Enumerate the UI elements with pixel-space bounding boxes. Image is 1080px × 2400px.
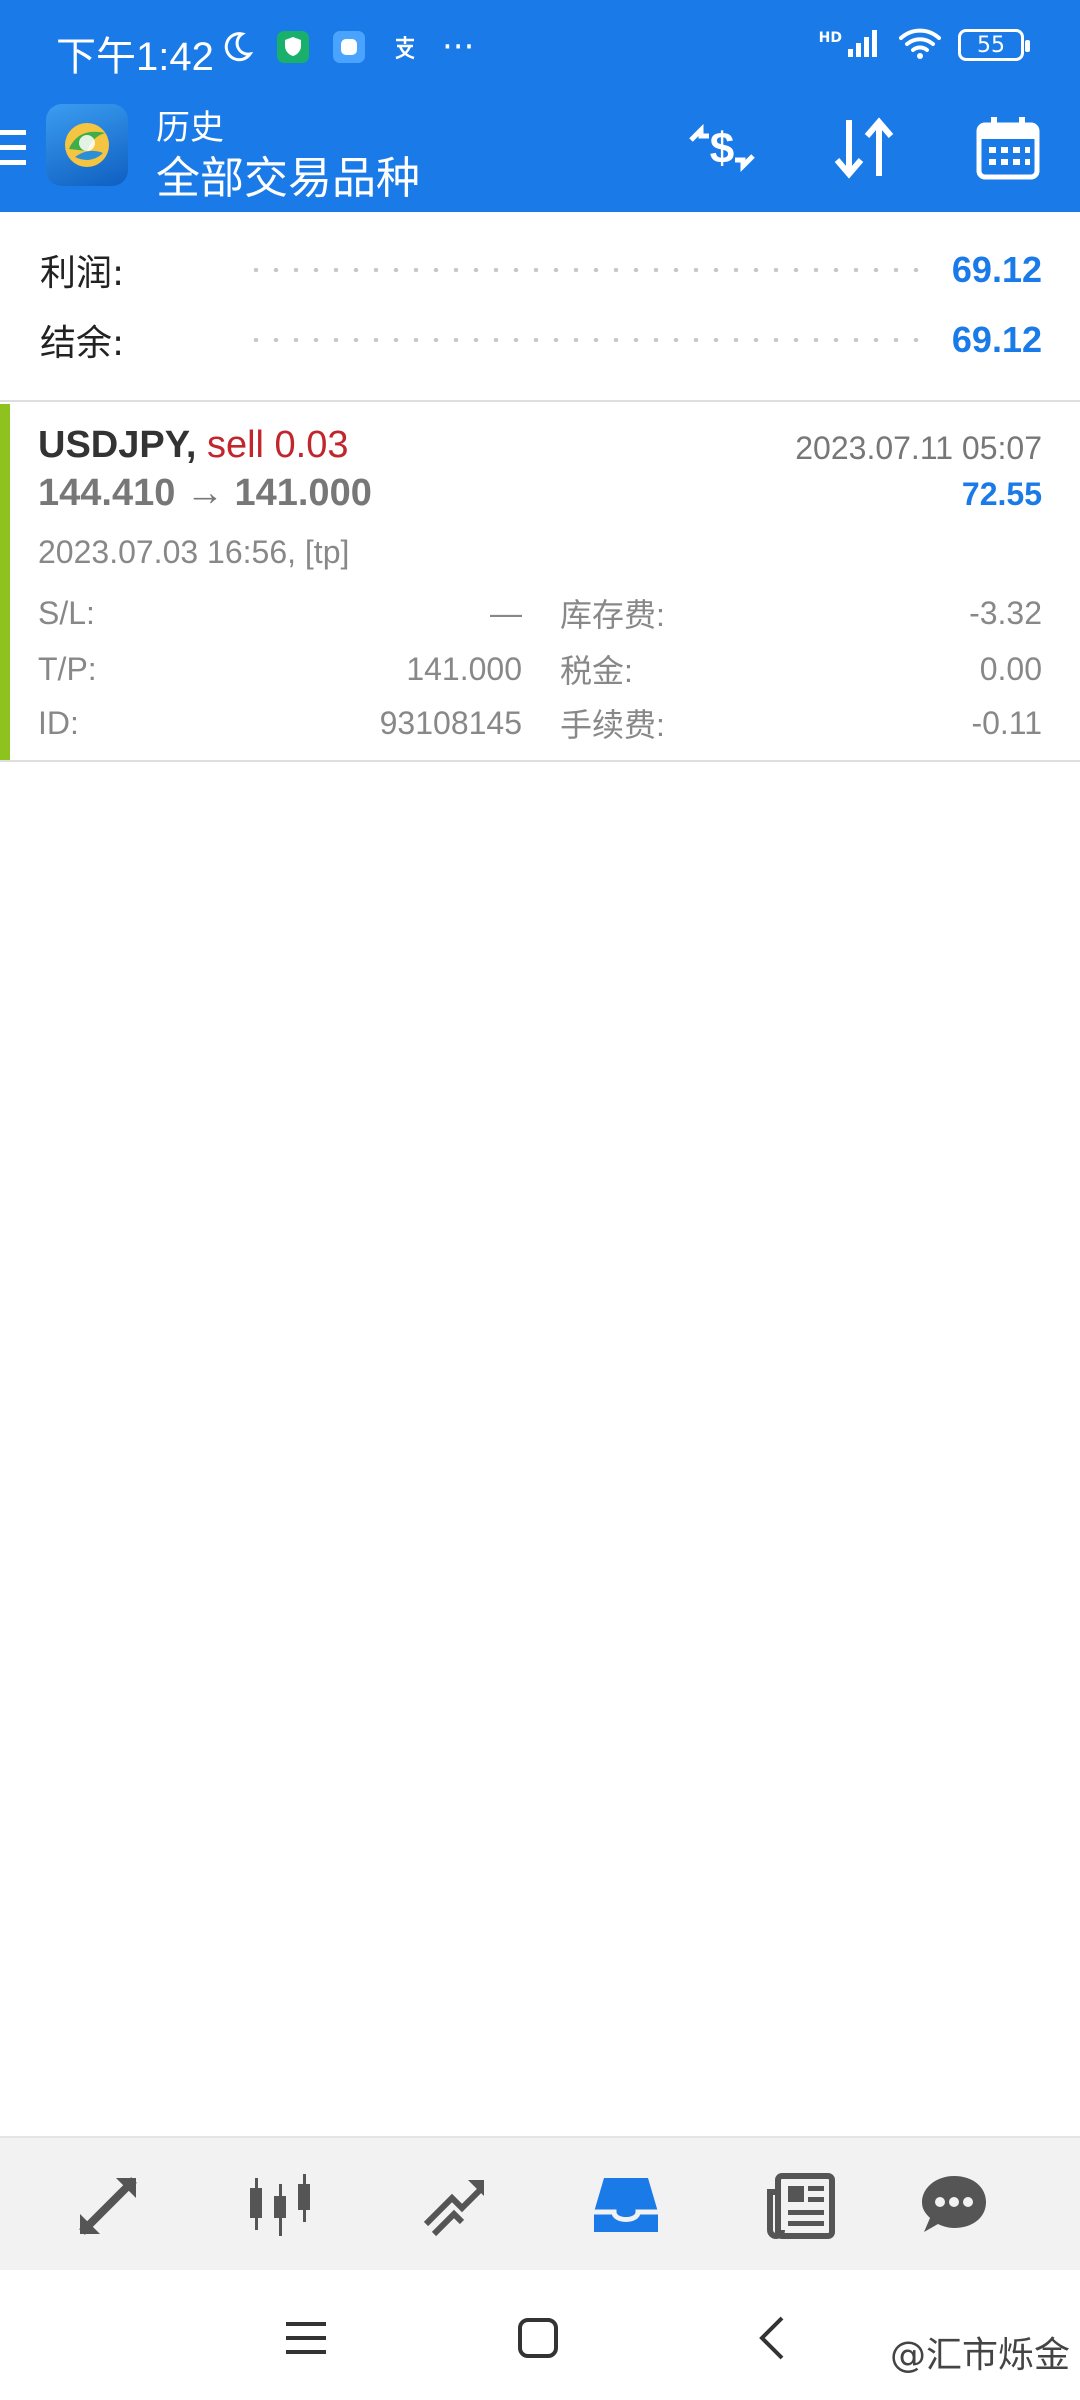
- shield-app-icon: [274, 28, 312, 66]
- balance-label: 结余:: [40, 323, 125, 364]
- currency-exchange-icon[interactable]: $: [682, 108, 762, 188]
- swap-value: -3.32: [969, 594, 1042, 631]
- deal-symbol: USDJPY,: [38, 424, 197, 466]
- metatrader-logo-icon: [46, 104, 128, 186]
- alipay-icon: [386, 28, 424, 66]
- watermark: @汇市烁金: [889, 2335, 1070, 2376]
- status-time: 下午1:42: [56, 35, 214, 79]
- deal-profit: 72.55: [961, 476, 1042, 512]
- id-row: ID: 93108145: [38, 698, 522, 748]
- back-icon[interactable]: [742, 2308, 802, 2368]
- divider: [0, 400, 1080, 402]
- balance-value: 69.12: [951, 319, 1042, 360]
- quotes-icon[interactable]: [68, 2166, 148, 2246]
- sl-label: S/L:: [38, 594, 95, 631]
- svg-text:$: $: [710, 124, 734, 173]
- chart-icon[interactable]: [240, 2166, 320, 2246]
- deal-type: sell 0.03: [206, 424, 349, 466]
- battery-indicator: 55: [958, 29, 1030, 61]
- status-notification-icons: ···: [218, 27, 475, 67]
- profit-value: 69.12: [951, 249, 1042, 290]
- news-icon[interactable]: [760, 2166, 840, 2246]
- calendar-icon[interactable]: [968, 108, 1048, 188]
- status-bar: 下午1:42 ··· HD 55: [0, 0, 1080, 98]
- header: 下午1:42 ··· HD 55 历史 全部交易品种 $: [0, 0, 1080, 212]
- sl-row: S/L: —: [38, 588, 522, 638]
- signal-icon: [846, 27, 882, 63]
- recent-apps-icon[interactable]: [276, 2308, 336, 2368]
- swap-row: 库存费: -3.32: [560, 588, 1042, 638]
- moon-icon: [218, 28, 256, 66]
- dotted-leader: [246, 338, 924, 342]
- swap-label: 库存费:: [560, 597, 665, 633]
- tp-value: 141.000: [406, 650, 522, 687]
- tax-value: 0.00: [979, 650, 1042, 687]
- profit-label: 利润:: [40, 253, 125, 294]
- deal-open-info: 2023.07.03 16:56, [tp]: [38, 534, 350, 570]
- trade-icon[interactable]: [414, 2166, 494, 2246]
- wifi-icon: [898, 26, 942, 64]
- dotted-leader: [246, 268, 924, 272]
- commission-row: 手续费: -0.11: [560, 698, 1042, 748]
- chat-app-icon: [330, 28, 368, 66]
- sort-icon[interactable]: [824, 108, 904, 188]
- symbol-filter[interactable]: 全部交易品种: [156, 142, 420, 206]
- system-navigation-bar: @汇市烁金: [0, 2270, 1080, 2400]
- deal-prices: 144.410 → 141.000: [38, 472, 372, 514]
- tax-label: 税金:: [560, 653, 633, 689]
- sl-value: —: [490, 594, 522, 631]
- hd-badge: HD: [818, 30, 842, 46]
- id-label: ID:: [38, 704, 79, 741]
- status-system-icons: HD 55: [818, 26, 1030, 64]
- bottom-navigation: [0, 2136, 1080, 2270]
- toolbar: 历史 全部交易品种 $: [0, 98, 1080, 212]
- tp-row: T/P: 141.000: [38, 644, 522, 694]
- chat-icon[interactable]: [914, 2166, 994, 2246]
- deal-status-bar: [0, 404, 10, 760]
- history-icon[interactable]: [586, 2166, 666, 2246]
- tp-label: T/P:: [38, 650, 97, 687]
- commission-value: -0.11: [971, 704, 1042, 741]
- divider: [0, 760, 1080, 762]
- summary-panel: 利润: 69.12 结余: 69.12: [0, 212, 1080, 402]
- balance-row: 结余: 69.12: [40, 310, 1042, 370]
- deal-symbol-line: USDJPY, sell 0.03: [38, 424, 349, 467]
- id-value: 93108145: [379, 704, 522, 741]
- profit-row: 利润: 69.12: [40, 240, 1042, 300]
- tax-row: 税金: 0.00: [560, 644, 1042, 694]
- deal-close-time: 2023.07.11 05:07: [795, 430, 1042, 466]
- home-icon[interactable]: [508, 2308, 568, 2368]
- deal-item[interactable]: USDJPY, sell 0.03 144.410 → 141.000 2023…: [0, 404, 1080, 760]
- menu-icon[interactable]: [0, 128, 28, 168]
- more-notifications-icon: ···: [442, 27, 475, 67]
- commission-label: 手续费:: [560, 707, 665, 743]
